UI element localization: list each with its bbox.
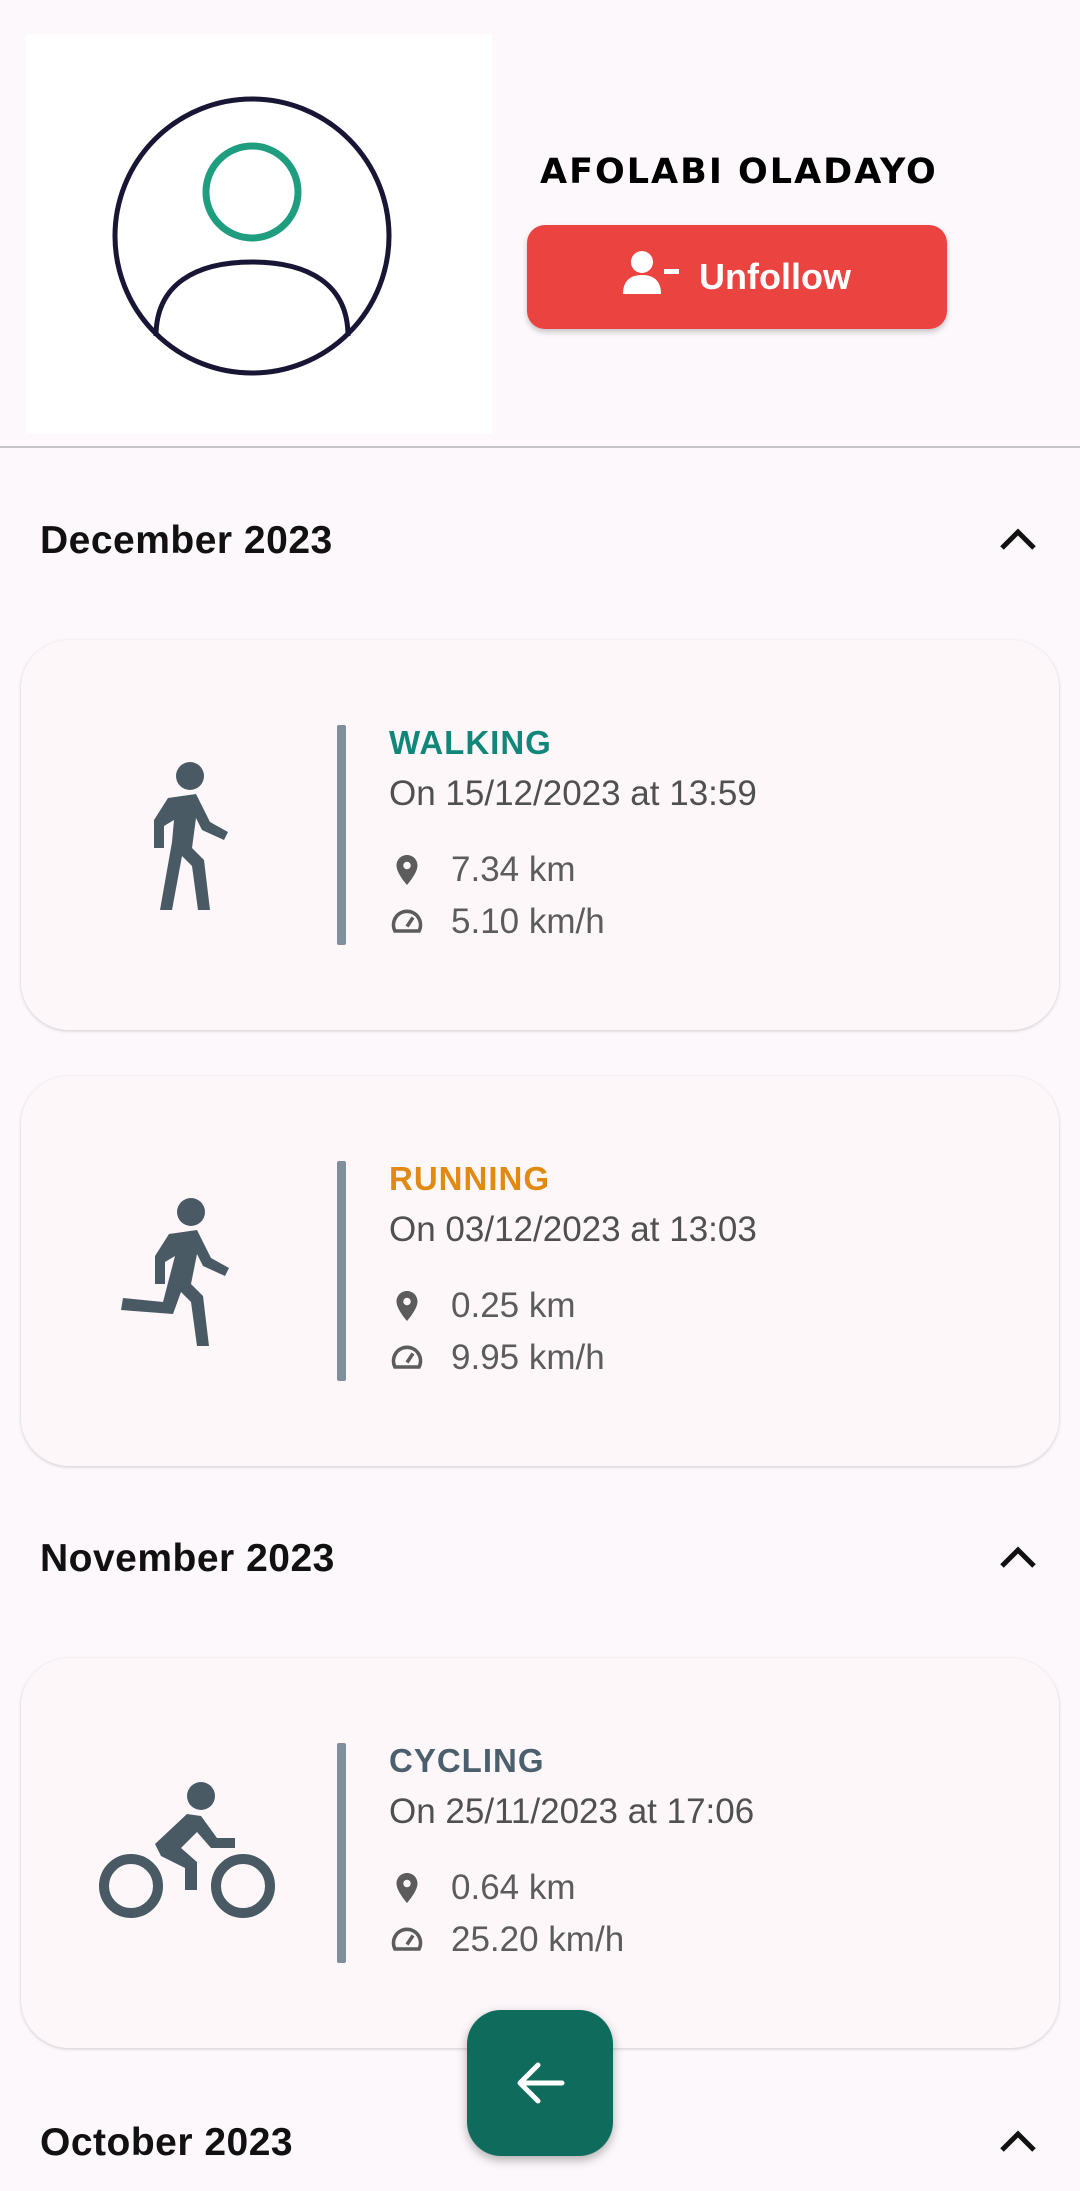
speed-stat: 9.95 km/h [389,1338,605,1378]
chevron-up-icon[interactable] [998,526,1038,557]
chevron-up-icon[interactable] [998,1544,1038,1575]
location-pin-icon [396,1873,418,1903]
chevron-up-icon[interactable] [998,2128,1038,2159]
unfollow-label: Unfollow [699,256,851,297]
walking-icon [154,762,228,910]
speedometer-icon [391,909,423,933]
speed-value: 5.10 km/h [451,902,605,941]
profile-name: AFOLABI OLADAYO [540,152,938,192]
unfollow-button[interactable]: Unfollow [527,225,947,329]
speed-value: 9.95 km/h [451,1338,605,1377]
activity-type: RUNNING [389,1160,550,1197]
profile-header: AFOLABI OLADAYO Unfollow [0,0,1080,447]
month-title: November 2023 [40,1537,335,1580]
distance-stat: 0.64 km [389,1868,576,1908]
distance-stat: 0.25 km [389,1286,576,1326]
distance-value: 0.25 km [451,1286,576,1325]
month-title: December 2023 [40,519,333,562]
activity-date: On 15/12/2023 at 13:59 [389,774,757,813]
speedometer-icon [391,1927,423,1951]
month-header-november[interactable]: November 2023 [0,1514,1080,1604]
distance-value: 0.64 km [451,1868,576,1907]
person-remove-icon [623,250,681,305]
month-title: October 2023 [40,2121,294,2164]
activity-card[interactable]: WALKING On 15/12/2023 at 13:59 7.34 km 5… [21,640,1059,1030]
activity-date: On 03/12/2023 at 13:03 [389,1210,757,1249]
arrow-left-icon [517,2062,565,2104]
divider-bar [337,1743,346,1963]
activity-type: CYCLING [389,1742,545,1779]
distance-stat: 7.34 km [389,850,576,890]
speedometer-icon [391,1345,423,1369]
divider [0,446,1080,448]
divider-bar [337,725,346,945]
speed-stat: 5.10 km/h [389,902,605,942]
month-header-december[interactable]: December 2023 [0,496,1080,586]
activity-card[interactable]: RUNNING On 03/12/2023 at 13:03 0.25 km 9… [21,1076,1059,1466]
distance-value: 7.34 km [451,850,576,889]
speed-value: 25.20 km/h [451,1920,625,1959]
avatar [26,34,492,434]
cycling-icon [99,1782,275,1918]
activity-date: On 25/11/2023 at 17:06 [389,1792,755,1831]
speed-stat: 25.20 km/h [389,1920,624,1960]
activity-card[interactable]: CYCLING On 25/11/2023 at 17:06 0.64 km 2… [21,1658,1059,2048]
location-pin-icon [396,1291,418,1321]
back-button[interactable] [467,2010,613,2156]
divider-bar [337,1161,346,1381]
location-pin-icon [396,855,418,885]
running-icon [121,1198,229,1346]
activity-type: WALKING [389,724,552,761]
